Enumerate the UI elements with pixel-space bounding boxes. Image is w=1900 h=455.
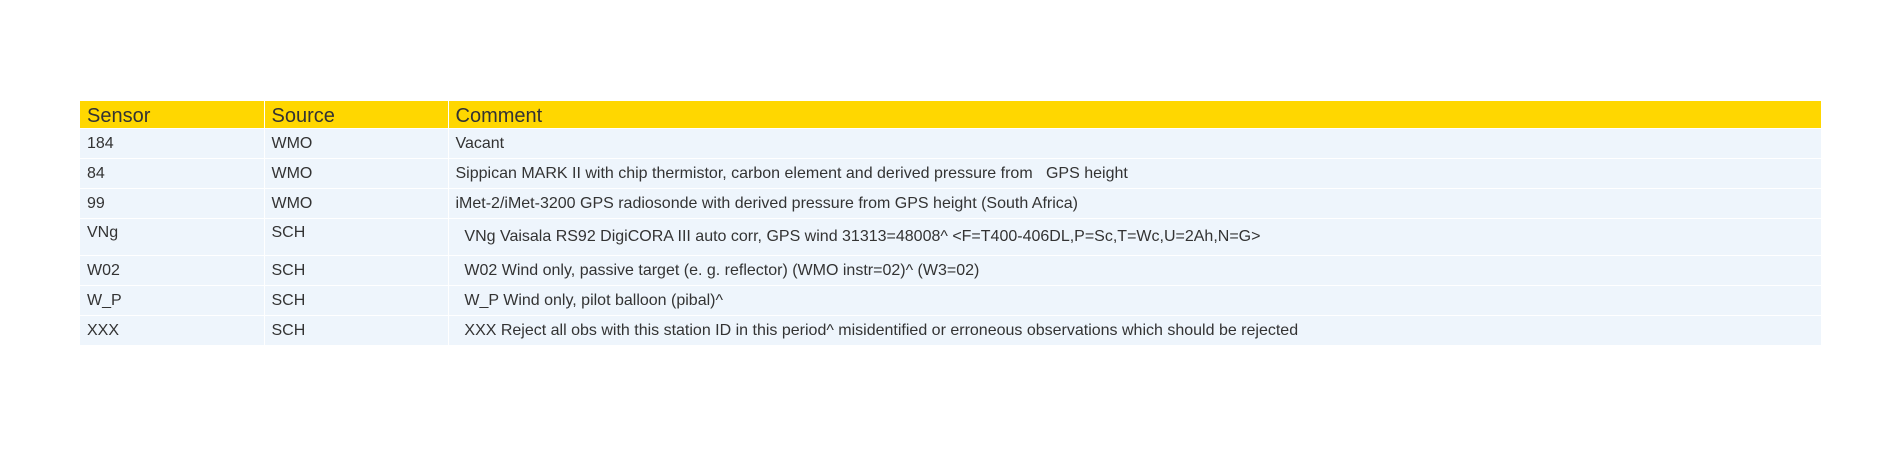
column-header-source[interactable]: Source	[264, 101, 449, 129]
sensor-cell: 84	[80, 158, 265, 189]
source-cell: WMO	[264, 158, 449, 189]
table-row: 84 WMO Sippican MARK II with chip thermi…	[80, 158, 1821, 189]
comment-cell: W02 Wind only, passive target (e. g. ref…	[448, 255, 1821, 286]
table-header-row: Sensor Source Comment	[80, 101, 1821, 129]
comment-cell: VNg Vaisala RS92 DigiCORA III auto corr,…	[448, 218, 1821, 256]
column-header-sensor[interactable]: Sensor	[80, 101, 265, 129]
table-row: VNg SCH VNg Vaisala RS92 DigiCORA III au…	[80, 218, 1821, 256]
sensor-cell: 99	[80, 188, 265, 219]
sensor-cell: W_P	[80, 285, 265, 316]
comment-cell: Sippican MARK II with chip thermistor, c…	[448, 158, 1821, 189]
source-cell: SCH	[264, 315, 449, 345]
column-header-comment[interactable]: Comment	[448, 101, 1821, 129]
sensor-cell: W02	[80, 255, 265, 286]
comment-cell: iMet-2/iMet-3200 GPS radiosonde with der…	[448, 188, 1821, 219]
comment-cell: W_P Wind only, pilot balloon (pibal)^	[448, 285, 1821, 316]
table-row: XXX SCH XXX Reject all obs with this sta…	[80, 315, 1821, 345]
table-row: 184 WMO Vacant	[80, 128, 1821, 159]
table-row: 99 WMO iMet-2/iMet-3200 GPS radiosonde w…	[80, 188, 1821, 219]
sensor-cell: XXX	[80, 315, 265, 345]
sensor-cell: VNg	[80, 218, 265, 256]
table-row: W_P SCH W_P Wind only, pilot balloon (pi…	[80, 285, 1821, 316]
source-cell: WMO	[264, 128, 449, 159]
comment-cell: XXX Reject all obs with this station ID …	[448, 315, 1821, 345]
sensor-cell: 184	[80, 128, 265, 159]
source-cell: WMO	[264, 188, 449, 219]
table-row: W02 SCH W02 Wind only, passive target (e…	[80, 255, 1821, 286]
source-cell: SCH	[264, 255, 449, 286]
source-cell: SCH	[264, 285, 449, 316]
sensor-table: Sensor Source Comment 184 WMO Vacant 84 …	[80, 101, 1821, 345]
source-cell: SCH	[264, 218, 449, 256]
comment-cell: Vacant	[448, 128, 1821, 159]
